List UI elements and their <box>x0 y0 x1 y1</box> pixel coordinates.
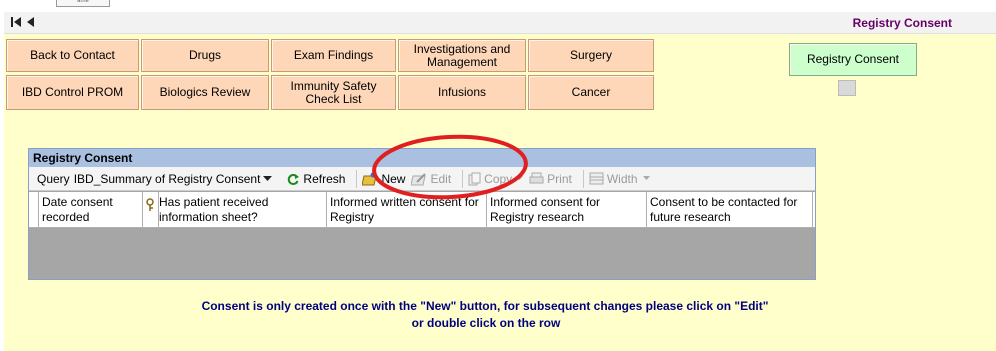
panel-title: Registry Consent <box>29 149 815 167</box>
query-select-value: IBD_Summary of Registry Consent <box>73 171 261 186</box>
print-button[interactable]: Print <box>529 172 572 186</box>
edit-icon <box>411 172 427 185</box>
refresh-label: Refresh <box>303 171 346 186</box>
copy-label: Copy <box>484 171 513 186</box>
tab-drugs[interactable]: Drugs <box>141 39 269 72</box>
width-label: Width <box>606 171 638 186</box>
refresh-icon <box>288 173 300 185</box>
app-window: ame Registry Consent Back to Contact Dru… <box>4 0 996 351</box>
tab-back-to-contact[interactable]: Back to Contact <box>6 39 139 72</box>
tab-infusions[interactable]: Infusions <box>398 75 526 110</box>
top-strip: ame <box>4 0 996 12</box>
copy-button[interactable]: Copy <box>468 171 524 186</box>
row-selector-header[interactable] <box>29 192 39 228</box>
tab-registry-consent[interactable]: Registry Consent <box>789 43 917 76</box>
top-tab[interactable]: ame <box>56 0 110 7</box>
tab-exam-findings[interactable]: Exam Findings <box>271 39 396 72</box>
registry-consent-panel: Registry Consent Query IBD_Summary of Re… <box>28 148 816 280</box>
edit-label: Edit <box>430 171 452 186</box>
column-width-icon <box>589 172 604 185</box>
column-header-contact-consent[interactable]: Consent to be contacted for future resea… <box>647 192 813 228</box>
tab-indicator <box>838 80 856 96</box>
main-content: Back to Contact Drugs Exam Findings Inve… <box>4 34 996 351</box>
tab-surgery[interactable]: Surgery <box>528 39 654 72</box>
instructions-line-2: or double click on the row <box>411 316 561 330</box>
previous-record-icon[interactable] <box>26 15 36 33</box>
previous-record-glyph <box>27 17 34 27</box>
page-title: Registry Consent <box>852 16 952 30</box>
chevron-down-icon <box>516 176 524 180</box>
new-record-icon <box>362 172 378 185</box>
toolbar-divider <box>462 169 464 188</box>
copy-icon <box>468 172 481 185</box>
new-button[interactable]: New <box>362 172 405 186</box>
chevron-down-icon <box>642 176 650 180</box>
column-header-written-consent[interactable]: Informed written consent for Registry <box>327 192 487 228</box>
chevron-down-icon <box>263 175 273 181</box>
new-label: New <box>381 171 406 186</box>
instructions: Consent is only created once with the "N… <box>4 298 996 332</box>
tab-immunity-safety-check-list[interactable]: Immunity Safety Check List <box>271 75 396 110</box>
toolbar: Query IBD_Summary of Registry Consent Re… <box>29 167 815 191</box>
tab-ibd-control-prom[interactable]: IBD Control PROM <box>6 75 139 110</box>
column-header-date-consent-recorded[interactable]: Date consent recorded <box>39 192 143 228</box>
width-button[interactable]: Width <box>589 172 650 186</box>
key-icon <box>143 192 159 228</box>
edit-button[interactable]: Edit <box>411 172 451 186</box>
first-record-icon[interactable] <box>10 15 24 33</box>
key-glyph <box>146 198 154 211</box>
tab-biologics-review[interactable]: Biologics Review <box>141 75 269 110</box>
record-navigation-bar: Registry Consent <box>4 12 996 34</box>
first-record-glyph <box>11 17 21 27</box>
query-label: Query <box>37 171 70 186</box>
query-select[interactable]: IBD_Summary of Registry Consent <box>74 172 273 186</box>
grid-header: Date consent recorded Has patient receiv… <box>29 192 815 228</box>
column-header-information-sheet[interactable]: Has patient received information sheet? <box>159 192 327 228</box>
tab-cancer[interactable]: Cancer <box>528 75 654 110</box>
tab-investigations-and-management[interactable]: Investigations and Management <box>398 39 526 72</box>
print-label: Print <box>547 171 572 186</box>
toolbar-divider <box>582 169 584 188</box>
column-header-research-consent[interactable]: Informed consent for Registry research <box>487 192 647 228</box>
grid-body[interactable] <box>29 229 815 279</box>
toolbar-divider <box>356 169 358 188</box>
refresh-button[interactable]: Refresh <box>286 172 345 186</box>
printer-icon <box>529 172 544 184</box>
instructions-line-1: Consent is only created once with the "N… <box>201 299 769 313</box>
